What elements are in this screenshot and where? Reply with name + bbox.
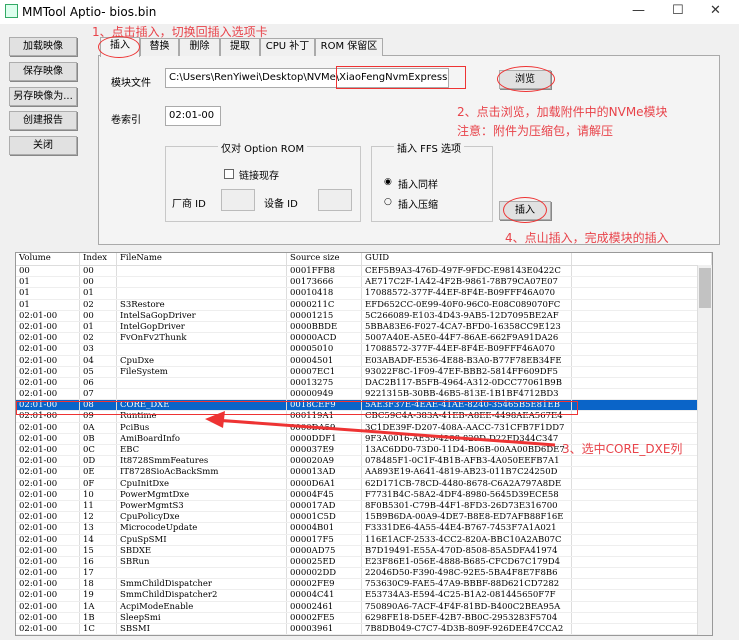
annotation-3: 3、选中CORE_DXE列: [562, 442, 683, 456]
arrow-head: [205, 411, 225, 428]
arrow-line: [214, 418, 556, 447]
annotation-arrow: [205, 411, 556, 447]
